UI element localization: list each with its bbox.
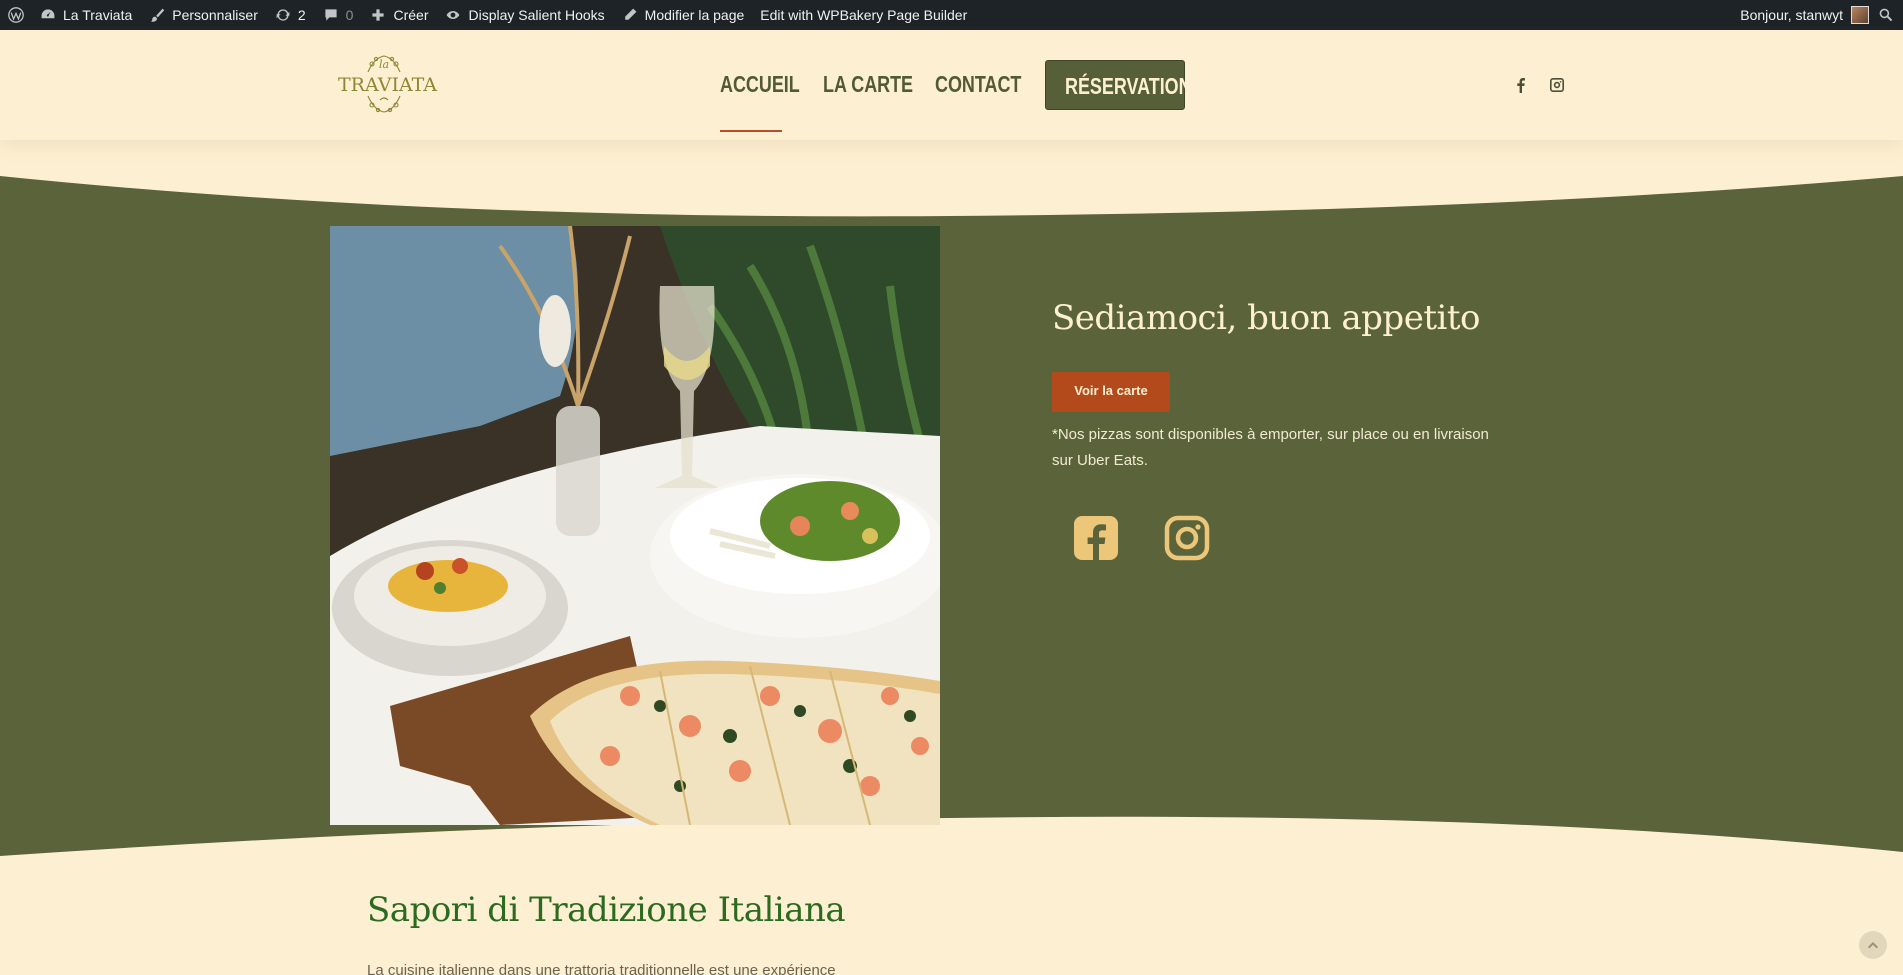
new-content-link[interactable]: Créer xyxy=(361,0,436,30)
site-header: la TRAVIATA ACCUEIL LA CARTE CONTACT RÉS… xyxy=(0,30,1903,140)
wp-logo-menu[interactable] xyxy=(0,0,31,30)
admin-search[interactable] xyxy=(1873,0,1903,30)
facebook-square-icon xyxy=(1074,516,1118,560)
facebook-icon xyxy=(1517,78,1525,93)
edit-page-label: Modifier la page xyxy=(644,7,745,23)
nav-la-carte[interactable]: LA CARTE xyxy=(823,71,913,98)
instagram-icon xyxy=(1164,515,1210,561)
comments-count: 0 xyxy=(345,7,354,23)
comments-link[interactable]: 0 xyxy=(314,0,362,30)
hero-title: Sediamoci, buon appetito xyxy=(1052,298,1481,338)
dashboard-icon xyxy=(39,6,57,24)
view-menu-button[interactable]: Voir la carte xyxy=(1052,372,1170,412)
customize-link[interactable]: Personnaliser xyxy=(140,0,266,30)
intro-title: Sapori di Tradizione Italiana xyxy=(367,890,846,930)
active-nav-underline xyxy=(720,130,782,132)
logo-small-text: la xyxy=(378,58,390,71)
wpbakery-label: Edit with WPBakery Page Builder xyxy=(760,7,968,23)
site-logo[interactable]: la TRAVIATA xyxy=(338,52,438,116)
site-name-link[interactable]: La Traviata xyxy=(31,0,140,30)
wpbakery-link[interactable]: Edit with WPBakery Page Builder xyxy=(752,0,975,30)
reservation-label: RÉSERVATION xyxy=(1065,73,1192,99)
delivery-note: *Nos pizzas sont disponibles à emporter,… xyxy=(1052,426,1489,469)
my-account-link[interactable]: Bonjour, stanwyt xyxy=(1732,0,1873,30)
comment-icon xyxy=(322,6,340,24)
intro-text: La cuisine italienne dans une trattoria … xyxy=(367,962,836,975)
nav-contact[interactable]: CONTACT xyxy=(935,71,1021,98)
updates-count: 2 xyxy=(297,7,306,23)
site-name-label: La Traviata xyxy=(63,7,133,23)
search-icon xyxy=(1877,6,1895,24)
admin-bar: La Traviata Personnaliser 2 0 Créer Disp… xyxy=(0,0,1903,30)
reservation-button[interactable]: RÉSERVATION xyxy=(1045,60,1192,110)
plus-icon xyxy=(369,6,387,24)
nav-accueil[interactable]: ACCUEIL xyxy=(720,71,800,98)
avatar xyxy=(1851,6,1869,24)
new-content-label: Créer xyxy=(393,7,429,23)
paintbrush-icon xyxy=(148,6,166,24)
wordpress-icon xyxy=(7,6,25,24)
greeting-label: Bonjour, stanwyt xyxy=(1740,7,1843,23)
header-instagram-link[interactable] xyxy=(1548,76,1566,94)
hero-section: Sediamoci, buon appetito Voir la carte *… xyxy=(0,150,1903,860)
food-photo xyxy=(330,226,940,825)
pencil-icon xyxy=(621,6,639,24)
back-to-top-button[interactable] xyxy=(1859,931,1887,959)
edit-page-link[interactable]: Modifier la page xyxy=(613,0,753,30)
hero-instagram-link[interactable] xyxy=(1164,515,1210,561)
instagram-icon xyxy=(1550,78,1564,92)
salient-hooks-link[interactable]: Display Salient Hooks xyxy=(436,0,612,30)
header-facebook-link[interactable] xyxy=(1512,76,1530,94)
updates-icon xyxy=(274,6,292,24)
view-menu-label: Voir la carte xyxy=(1074,383,1148,398)
eye-icon xyxy=(444,6,462,24)
updates-link[interactable]: 2 xyxy=(266,0,314,30)
logo-text: TRAVIATA xyxy=(338,74,438,96)
chevron-up-icon xyxy=(1868,942,1878,949)
hero-facebook-link[interactable] xyxy=(1073,515,1119,561)
hero-band-shape xyxy=(0,176,1903,856)
salient-hooks-label: Display Salient Hooks xyxy=(468,7,605,23)
customize-label: Personnaliser xyxy=(172,7,258,23)
